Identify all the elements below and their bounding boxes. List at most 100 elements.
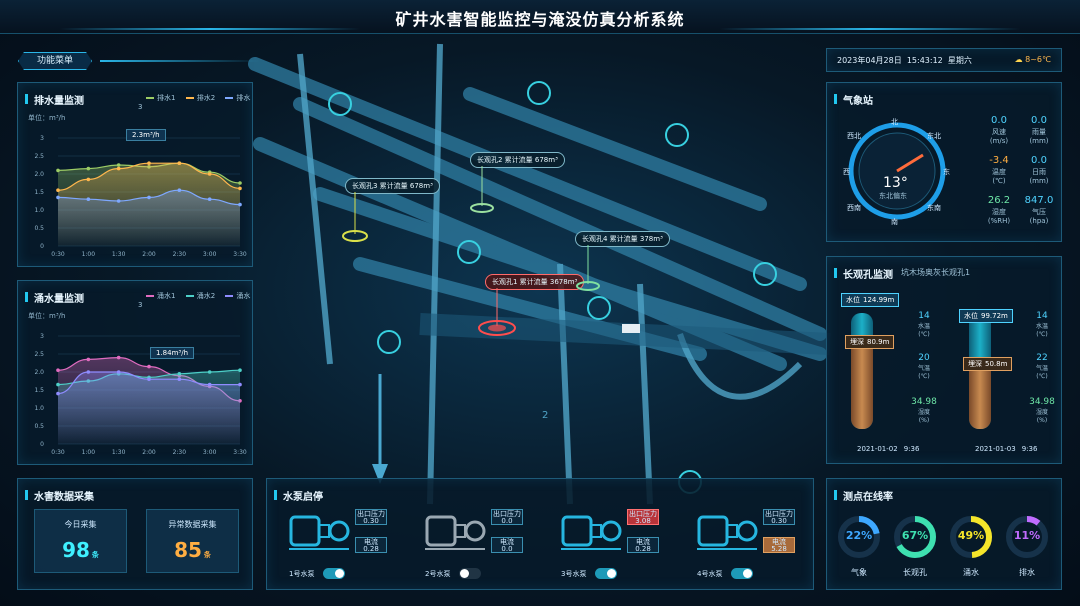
data-point bbox=[147, 377, 151, 381]
drainage-panel: 排水量监测 排水1 排水2 排水3 单位：m³/h 0 0.5 1.0 1.5 2.0 2… bbox=[17, 82, 253, 267]
abnormal-collection-card[interactable]: 异常数据采集 85 条 bbox=[146, 509, 239, 573]
datetime-bar: 2023年04月28日 15:43:12 星期六 ☁ 8~6℃ bbox=[826, 48, 1062, 72]
borehole-panel: 长观孔监测 坑木场奥灰长观孔1 水位 124.99m 埋深 80.9m 14 水温 (℃)… bbox=[826, 256, 1062, 464]
data-point bbox=[56, 168, 60, 173]
water-pump-icon bbox=[695, 509, 759, 553]
borehole-timestamp: 2021-01-02 9:36 bbox=[857, 445, 920, 453]
borehole-air-temp-value: 20 bbox=[918, 353, 930, 363]
borehole-humidity-value: 34.98 bbox=[911, 397, 937, 407]
pump-name: 3号水泵 bbox=[561, 570, 587, 578]
depth-tag: 埋深 80.9m bbox=[845, 335, 895, 349]
borehole-air-temp-value: 22 bbox=[1036, 353, 1048, 363]
borehole-water-temp-label: 水温 (℃) bbox=[917, 323, 930, 338]
wind-temp: 13° bbox=[883, 175, 908, 191]
data-collection-panel: 水害数据采集 今日采集 98 条 异常数据采集 85 条 bbox=[17, 478, 253, 590]
compass-e: 东 bbox=[943, 168, 950, 176]
x-tick-label: 3:00 bbox=[203, 449, 217, 456]
y-tick-label: 3 bbox=[40, 333, 44, 340]
x-tick-label: 2:30 bbox=[173, 251, 187, 258]
abnormal-collection-value: 85 bbox=[174, 538, 202, 562]
online-rate-value: 11% bbox=[1013, 529, 1041, 542]
pump-name: 1号水泵 bbox=[289, 570, 315, 578]
today-collection-unit: 条 bbox=[91, 551, 99, 559]
abnormal-collection-label: 异常数据采集 bbox=[168, 520, 217, 529]
y-tick-label: 1.5 bbox=[34, 189, 44, 196]
x-tick-label: 1:00 bbox=[82, 449, 96, 456]
drainage-chart[interactable]: 0 0.5 1.0 1.5 2.0 2.5 3 0:30 1:00 1:30 2:00 2:30 3:0… bbox=[18, 83, 254, 268]
weather-stat-label: 日雨 (mm) bbox=[1029, 168, 1049, 185]
inflow-panel: 涌水量监测 涌水1 涌水2 涌水3 单位：m³/h 0 0.5 1.0 1.5 2.0 2… bbox=[17, 280, 253, 465]
data-point bbox=[56, 382, 60, 387]
compass-n: 北 bbox=[891, 118, 898, 126]
x-tick-label: 1:00 bbox=[82, 251, 96, 258]
online-rate-value: 22% bbox=[845, 529, 873, 542]
y-tick-label: 0 bbox=[40, 441, 44, 448]
pump-title: 水泵启停 bbox=[274, 488, 323, 503]
today-collection-card[interactable]: 今日采集 98 条 bbox=[34, 509, 127, 573]
y-tick-label: 0.5 bbox=[34, 225, 44, 232]
data-point bbox=[238, 202, 242, 207]
current-value: 0.28 bbox=[635, 545, 651, 553]
callout-borehole-1[interactable]: 长观孔1 累计流量 3678m³ bbox=[485, 274, 585, 290]
data-point bbox=[238, 382, 242, 387]
data-point bbox=[56, 195, 60, 200]
weather-stat-value: 0.0 bbox=[1031, 115, 1047, 126]
callout-borehole-2[interactable]: 长观孔2 累计流量 678m³ bbox=[470, 152, 565, 168]
time-text: 15:43:12 bbox=[906, 56, 943, 65]
drainage-tooltip: 2.3m³/h bbox=[126, 129, 166, 141]
data-point bbox=[207, 382, 212, 387]
pressure-value: 3.08 bbox=[635, 517, 651, 525]
pump-pressure-box: 出口压力 0.0 bbox=[491, 509, 523, 525]
current-value: 0.28 bbox=[363, 545, 379, 553]
weather-stat-value: -3.4 bbox=[989, 155, 1009, 166]
inflow-chart[interactable]: 0 0.5 1.0 1.5 2.0 2.5 3 0:30 1:00 1:30 2:00 2:30 3:0… bbox=[18, 281, 254, 466]
data-point bbox=[238, 368, 242, 372]
pump-toggle-switch[interactable] bbox=[459, 568, 481, 579]
x-tick-label: 2:00 bbox=[142, 449, 156, 456]
partly-cloudy-icon: ☁ bbox=[1014, 55, 1023, 64]
weather-stat-label: 风速 (m/s) bbox=[989, 128, 1009, 145]
weather-stat-value: 26.2 bbox=[987, 195, 1011, 206]
y-tick-label: 2.0 bbox=[34, 369, 44, 376]
pump-control-panel: 水泵启停 出口压力 0.30 电流 0.28 1号水泵 出口压力 0.0 电流 0.0 2号水泵 出… bbox=[266, 478, 814, 590]
online-rate-value: 67% bbox=[901, 529, 929, 542]
y-tick-label: 1.5 bbox=[34, 387, 44, 394]
weather-station-panel: 气象站 北 东北 东 东南 南 西南 西 西北 13° 东北偏东 0.0 风速 (… bbox=[826, 82, 1062, 242]
borehole-air-temp-label: 气温 (℃) bbox=[917, 365, 930, 380]
pump-pressure-box: 出口压力 3.08 bbox=[627, 509, 659, 525]
borehole-humidity-value: 34.98 bbox=[1029, 397, 1055, 407]
data-point bbox=[238, 186, 242, 191]
x-tick-label: 2:00 bbox=[142, 251, 156, 258]
y-tick-label: 1.0 bbox=[34, 207, 44, 214]
data-point bbox=[86, 197, 91, 201]
x-tick-label: 3:00 bbox=[203, 251, 217, 258]
pump-toggle-switch[interactable] bbox=[731, 568, 753, 579]
callout-borehole-4[interactable]: 长观孔4 累计流量 378m³ bbox=[575, 231, 670, 247]
data-point bbox=[116, 355, 121, 360]
data-point bbox=[147, 161, 151, 165]
abnormal-collection-unit: 条 bbox=[203, 551, 211, 559]
x-tick-label: 0:30 bbox=[51, 251, 65, 258]
borehole-air-temp-label: 气温 (℃) bbox=[1035, 365, 1048, 380]
compass-ne: 东北 bbox=[927, 132, 941, 140]
y-tick-label: 0 bbox=[40, 243, 44, 250]
header-bar: 矿井水害智能监控与淹没仿真分析系统 bbox=[0, 0, 1080, 34]
data-point bbox=[147, 195, 151, 200]
weather-stat-value: 0.0 bbox=[991, 115, 1007, 126]
pump-pressure-box: 出口压力 0.30 bbox=[763, 509, 795, 525]
data-point bbox=[207, 172, 212, 176]
online-rate-panel: 测点在线率 22% 气象 67% 长观孔 49% 涌水 11% 排水 bbox=[826, 478, 1062, 590]
pump-toggle-switch[interactable] bbox=[595, 568, 617, 579]
water-pump-icon bbox=[287, 509, 351, 553]
pressure-value: 0.30 bbox=[363, 517, 379, 525]
borehole-title: 长观孔监测 bbox=[834, 266, 893, 281]
y-tick-label: 3 bbox=[40, 135, 44, 142]
pump-toggle-switch[interactable] bbox=[323, 568, 345, 579]
today-collection-value: 98 bbox=[62, 538, 90, 562]
inflow-tooltip: 1.84m³/h bbox=[150, 347, 195, 359]
borehole-subtitle: 坑木场奥灰长观孔1 bbox=[901, 268, 971, 277]
borehole-water-temp-value: 14 bbox=[1036, 311, 1048, 321]
callout-borehole-3[interactable]: 长观孔3 累计流量 678m³ bbox=[345, 178, 440, 194]
pump-pressure-box: 出口压力 0.30 bbox=[355, 509, 387, 525]
function-menu-button[interactable]: 功能菜单 bbox=[18, 52, 92, 70]
